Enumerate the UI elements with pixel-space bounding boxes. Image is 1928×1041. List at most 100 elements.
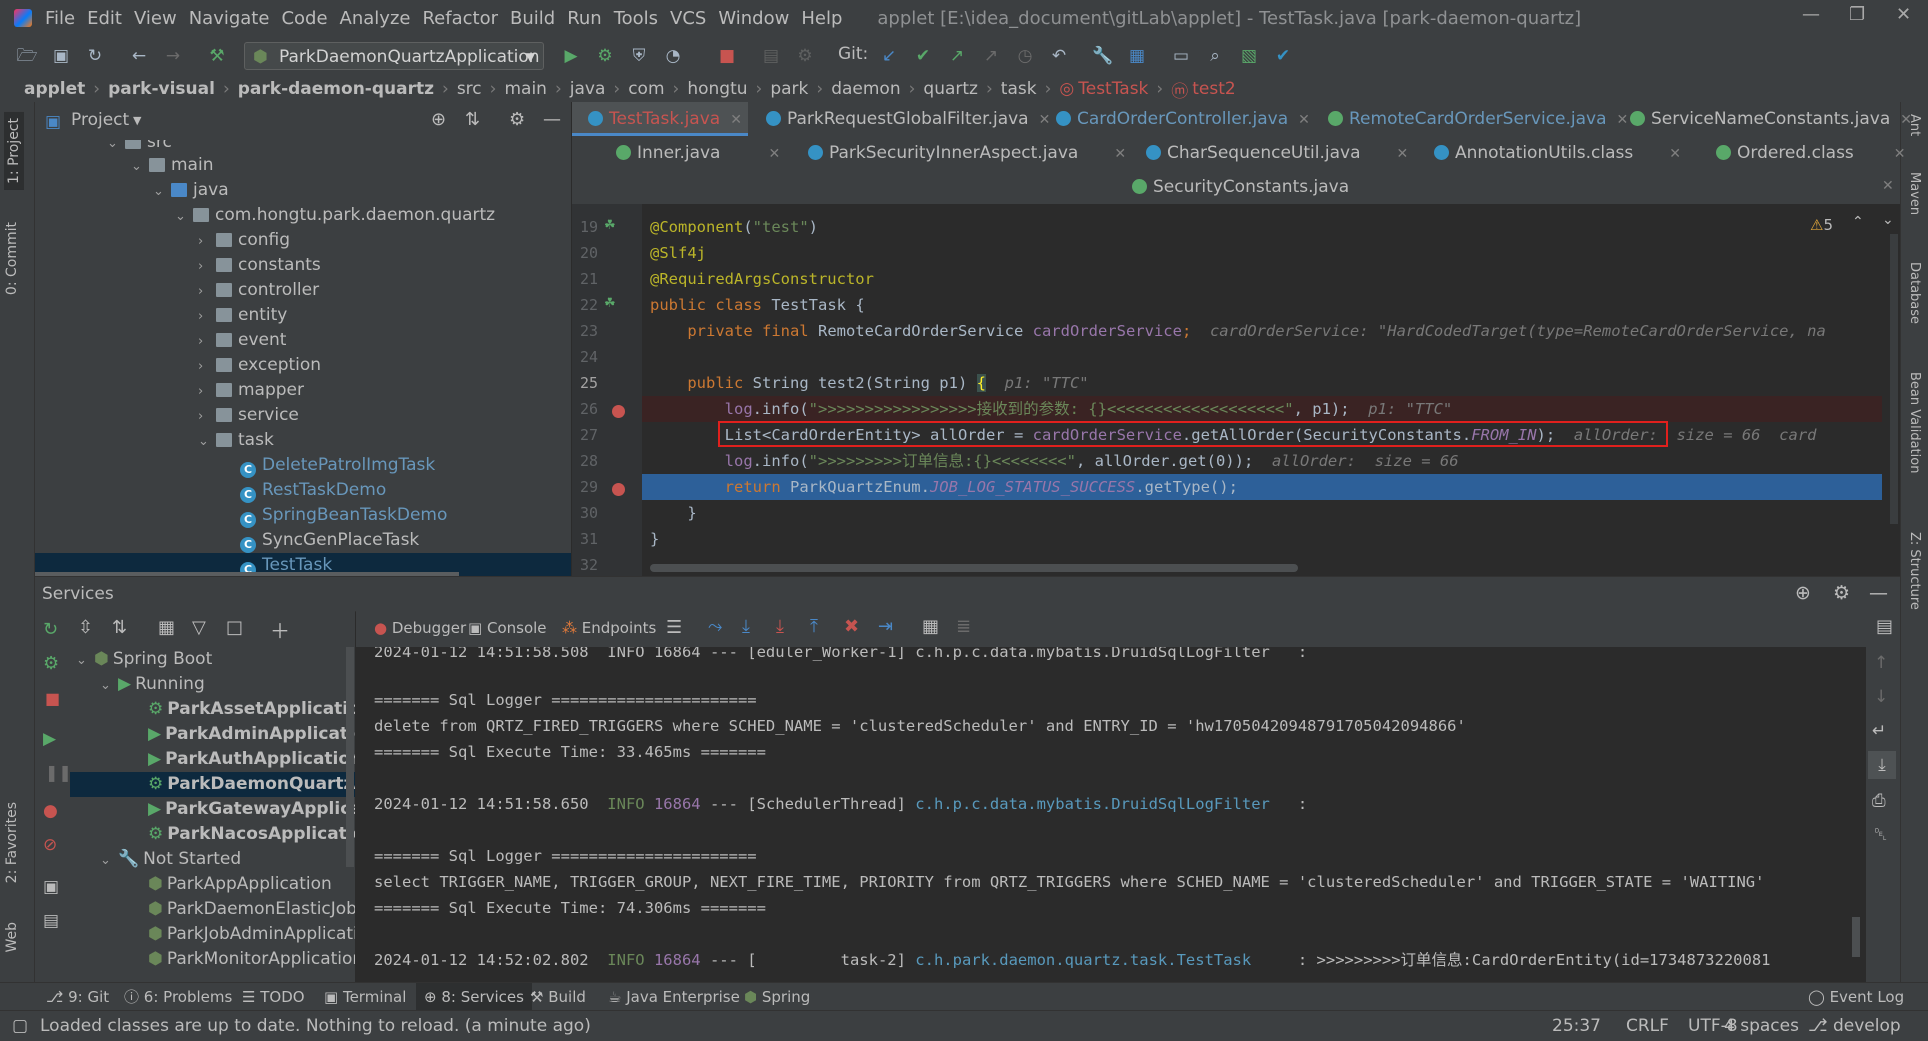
- breadcrumb-item[interactable]: src: [457, 79, 482, 99]
- tab-ordered[interactable]: Ordered.class ✕: [1716, 136, 1906, 170]
- trash-icon[interactable]: ␡: [1874, 825, 1888, 845]
- tool-tab-java-enterprise[interactable]: ☕ Java Enterprise: [608, 983, 740, 1011]
- menu-refactor[interactable]: Refactor: [422, 8, 498, 29]
- tool-tab-project[interactable]: 1: Project: [4, 112, 24, 190]
- view-breakpoints-icon[interactable]: ●: [43, 801, 58, 821]
- editor-vertical-scrollbar[interactable]: [1890, 234, 1898, 524]
- git-pull-icon[interactable]: ↗: [980, 45, 1002, 67]
- stop-icon[interactable]: ■: [45, 689, 60, 708]
- camera-icon[interactable]: ▣: [43, 877, 59, 897]
- status-window-icon[interactable]: ▢: [12, 1011, 28, 1041]
- service-item[interactable]: ⬢ ParkJobAdminApplicatio: [148, 922, 355, 947]
- menu-help[interactable]: Help: [801, 8, 842, 29]
- expand-all-icon[interactable]: ⇳: [78, 617, 93, 638]
- locate-icon[interactable]: ⊕: [431, 109, 446, 130]
- stop-icon[interactable]: ■: [716, 45, 738, 67]
- build-hammer-icon[interactable]: ⚒: [206, 45, 228, 67]
- tree-item[interactable]: › config: [198, 228, 290, 253]
- git-push-icon[interactable]: ↗: [946, 45, 968, 67]
- service-group[interactable]: ⌄ ⬢ Spring Boot: [76, 647, 212, 672]
- tab-endpoints[interactable]: ⁂ Endpoints: [562, 619, 656, 637]
- tree-item[interactable]: ⌄ com.hongtu.park.daemon.quartz: [175, 203, 495, 228]
- breadcrumb-item[interactable]: test2: [1192, 79, 1235, 99]
- resume-icon[interactable]: ▶: [43, 729, 56, 749]
- service-item[interactable]: ⬢ParkDaemonElasticJobAp: [148, 897, 355, 922]
- breadcrumb-item[interactable]: task: [1001, 79, 1037, 99]
- tab-cardordercontroller[interactable]: CardOrderController.java ✕: [1056, 102, 1310, 136]
- service-item[interactable]: ▶ ParkAuthApplication: [148, 747, 355, 772]
- hide-icon[interactable]: —: [543, 109, 561, 130]
- code-editor[interactable]: @Component("test") @Slf4j @RequiredArgsC…: [642, 204, 1900, 576]
- gear-icon[interactable]: ⚙: [509, 109, 525, 130]
- service-item[interactable]: ⚙ ParkAssetApplication: [148, 697, 355, 722]
- git-commit-icon[interactable]: ✔: [912, 45, 934, 67]
- rerun-icon[interactable]: ↻: [43, 619, 58, 640]
- breadcrumb-item[interactable]: com: [628, 79, 664, 99]
- console-scrollbar[interactable]: [1852, 917, 1860, 957]
- menu-edit[interactable]: Edit: [87, 8, 122, 29]
- tab-parkrequestglobalfilter[interactable]: ParkRequestGlobalFilter.java ✕: [766, 102, 1050, 136]
- gear-icon[interactable]: ⚙: [1833, 582, 1850, 604]
- service-item[interactable]: ⬢ ParkAppApplication: [148, 872, 332, 897]
- collapse-all-icon[interactable]: ⇅: [465, 109, 480, 130]
- service-item[interactable]: ▶ParkGatewayApplicatic: [148, 797, 355, 822]
- menu-analyze[interactable]: Analyze: [340, 8, 411, 29]
- menu-vcs[interactable]: VCS: [670, 8, 706, 29]
- soft-wrap-icon[interactable]: ↵: [1872, 721, 1886, 741]
- group-icon[interactable]: ▦: [158, 617, 175, 638]
- menu-file[interactable]: File: [45, 8, 75, 29]
- tab-securityconstants[interactable]: SecurityConstants.java: [1132, 170, 1349, 204]
- breakpoint-icon[interactable]: [612, 405, 625, 418]
- bean-icon[interactable]: ☘: [604, 296, 616, 311]
- open-folder-icon[interactable]: 🗁: [16, 45, 38, 67]
- run-configuration-selector[interactable]: ⬢ ParkDaemonQuartzApplication ▼: [244, 42, 544, 70]
- git-history-icon[interactable]: ◷: [1014, 45, 1036, 67]
- tool-tab-services[interactable]: ⊕ 8: Services: [416, 983, 532, 1011]
- evaluate-icon[interactable]: ▦: [922, 616, 939, 637]
- editor-horizontal-scrollbar[interactable]: [650, 564, 1298, 572]
- tool-tab-structure[interactable]: Z: Structure: [1907, 532, 1922, 610]
- mute-breakpoints-icon[interactable]: ⊘: [43, 835, 57, 855]
- trace-icon[interactable]: ≣: [956, 616, 971, 637]
- filter-icon[interactable]: ▽: [192, 617, 206, 638]
- tree-item[interactable]: C DeletePatrolImgTask: [240, 453, 435, 478]
- arrow-up-icon[interactable]: ↑: [1874, 653, 1888, 673]
- arrow-down-icon[interactable]: ↓: [1874, 687, 1888, 707]
- breadcrumb-item[interactable]: hongtu: [687, 79, 747, 99]
- tree-item[interactable]: › constants: [198, 253, 321, 278]
- breadcrumb-item[interactable]: main: [504, 79, 546, 99]
- breadcrumb-item[interactable]: applet: [24, 79, 85, 99]
- layout-settings-icon[interactable]: ▤: [1876, 616, 1893, 637]
- tree-item[interactable]: ⌄ main: [131, 153, 213, 178]
- run-icon[interactable]: ▶: [560, 45, 582, 67]
- tab-parksecurityinneraspect[interactable]: ParkSecurityInnerAspect.java ✕: [808, 136, 1126, 170]
- scroll-to-end-icon[interactable]: ⤓: [1868, 751, 1896, 779]
- terminal-window-icon[interactable]: ▭: [1170, 45, 1192, 67]
- step-into-icon[interactable]: ⤓: [742, 616, 750, 637]
- breadcrumb-item[interactable]: daemon: [831, 79, 900, 99]
- close-tab-icon[interactable]: ✕: [1882, 178, 1894, 194]
- save-icon[interactable]: ▣: [50, 45, 72, 67]
- service-group[interactable]: ⌄ ▶ Running: [100, 672, 205, 697]
- tool-tab-bean-validation[interactable]: Bean Validation: [1907, 372, 1922, 473]
- tree-item[interactable]: › controller: [198, 278, 319, 303]
- coverage-icon[interactable]: ⛨: [628, 45, 650, 67]
- debug-icon[interactable]: ⚙: [594, 45, 616, 67]
- tree-item[interactable]: › service: [198, 403, 299, 428]
- indent-setting-label[interactable]: 4 spaces: [1724, 1011, 1799, 1041]
- new-tab-icon[interactable]: □: [226, 617, 243, 638]
- wrench-icon[interactable]: 🔧: [1092, 45, 1114, 67]
- tab-annotationutils[interactable]: AnnotationUtils.class ✕: [1434, 136, 1681, 170]
- menu-tools[interactable]: Tools: [614, 8, 658, 29]
- sync-icon[interactable]: ↻: [84, 45, 106, 67]
- breadcrumb-item[interactable]: TestTask: [1078, 79, 1148, 99]
- add-service-icon[interactable]: ＋: [270, 615, 290, 644]
- service-item[interactable]: ⚙ParkNacosApplication: [148, 822, 355, 847]
- caret-position[interactable]: 25:37: [1552, 1011, 1601, 1041]
- tab-servicenameconstants[interactable]: ServiceNameConstants.java ✕: [1630, 102, 1912, 136]
- breadcrumb-item[interactable]: park-daemon-quartz: [238, 79, 434, 99]
- git-branch[interactable]: ⎇ develop: [1808, 1011, 1901, 1041]
- attach-icon[interactable]: ▤: [760, 45, 782, 67]
- menu-icon[interactable]: ☰: [666, 617, 682, 638]
- services-scrollbar[interactable]: [346, 647, 354, 867]
